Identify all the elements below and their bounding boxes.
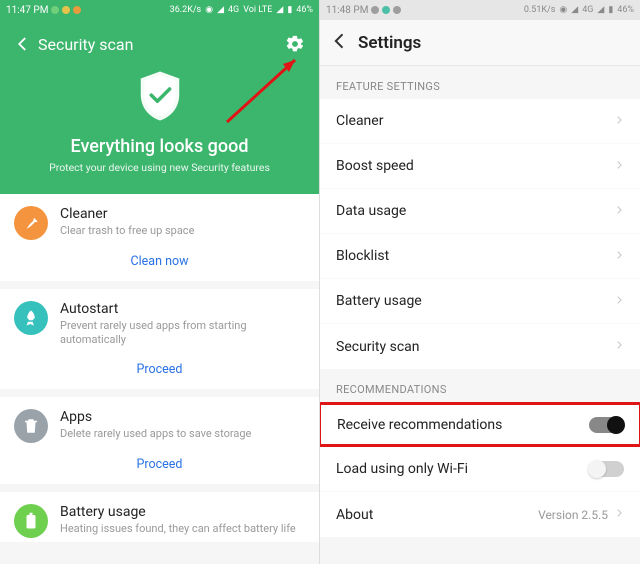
back-icon[interactable] xyxy=(14,35,32,53)
hero-subheading: Protect your device using new Security f… xyxy=(14,161,305,174)
security-scan-screen: 11:47 PM 36.2K/s ◉ ◢ 4G Voi LTE ◢ ▮ 46% … xyxy=(0,0,320,564)
settings-row-security[interactable]: Security scan xyxy=(320,324,640,369)
version-text: Version 2.5.5 xyxy=(538,508,608,522)
battery-icon: ▮ xyxy=(608,5,613,15)
hero-heading: Everything looks good xyxy=(14,136,305,157)
row-label: Data usage xyxy=(336,203,406,219)
row-label: Receive recommendations xyxy=(337,417,502,433)
card-title: Battery usage xyxy=(60,504,305,520)
status-speed: 36.2K/s xyxy=(170,5,202,15)
clean-now-button[interactable]: Clean now xyxy=(0,244,319,281)
cleaner-card: Cleaner Clear trash to free up space Cle… xyxy=(0,194,319,281)
row-label: Cleaner xyxy=(336,113,383,129)
autostart-card: Autostart Prevent rarely used apps from … xyxy=(0,289,319,389)
status-net: 4G xyxy=(582,5,593,15)
battery-icon: ▮ xyxy=(287,5,292,15)
chevron-right-icon xyxy=(614,505,624,524)
settings-row-about[interactable]: About Version 2.5.5 xyxy=(320,492,640,537)
card-subtitle: Heating issues found, they can affect ba… xyxy=(60,522,305,536)
toggle-switch[interactable] xyxy=(590,461,624,477)
status-battery: 46% xyxy=(296,5,313,15)
trash-icon xyxy=(14,409,48,443)
proceed-button[interactable]: Proceed xyxy=(0,352,319,389)
card-title: Autostart xyxy=(60,301,305,317)
status-net: 4G xyxy=(228,5,239,15)
chevron-right-icon xyxy=(614,202,624,221)
status-dot-icon xyxy=(51,6,59,14)
chevron-right-icon xyxy=(614,112,624,131)
broom-icon xyxy=(14,206,48,240)
status-bar: 11:48 PM 0.51K/s ◉ ◢ 4G ◢ ▮ 46% xyxy=(320,0,640,20)
back-icon[interactable] xyxy=(330,31,350,55)
card-subtitle: Delete rarely used apps to save storage xyxy=(60,427,305,441)
wifi-icon: ◉ xyxy=(559,5,567,15)
row-label: Boost speed xyxy=(336,158,414,174)
battery-icon xyxy=(14,504,48,538)
status-dot-icon xyxy=(73,6,81,14)
status-time: 11:48 PM xyxy=(326,5,368,16)
row-label: About xyxy=(336,507,373,523)
rocket-icon xyxy=(14,301,48,335)
signal-icon: ◢ xyxy=(597,5,604,15)
apps-card: Apps Delete rarely used apps to save sto… xyxy=(0,397,319,484)
card-title: Apps xyxy=(60,409,305,425)
page-title: Settings xyxy=(358,33,421,53)
toggle-switch[interactable] xyxy=(589,417,623,433)
feature-settings-list: Cleaner Boost speed Data usage Blocklist… xyxy=(320,99,640,369)
row-label: Load using only Wi-Fi xyxy=(336,461,468,477)
status-dot-icon xyxy=(382,6,390,14)
settings-row-data[interactable]: Data usage xyxy=(320,189,640,234)
card-subtitle: Prevent rarely used apps from starting a… xyxy=(60,319,305,348)
status-time: 11:47 PM xyxy=(6,5,48,16)
gear-icon[interactable] xyxy=(285,34,305,54)
row-label: Security scan xyxy=(336,339,420,355)
section-label-rec: RECOMMENDATIONS xyxy=(320,369,640,402)
status-bar: 11:47 PM 36.2K/s ◉ ◢ 4G Voi LTE ◢ ▮ 46% xyxy=(0,0,319,20)
signal-icon: ◢ xyxy=(276,5,283,15)
feature-card-list: Cleaner Clear trash to free up space Cle… xyxy=(0,194,319,542)
hero-panel: Security scan Everything looks good Prot… xyxy=(0,20,319,194)
section-label-feature: FEATURE SETTINGS xyxy=(320,66,640,99)
status-dot-icon xyxy=(62,6,70,14)
shield-check-icon xyxy=(130,66,190,126)
proceed-button[interactable]: Proceed xyxy=(0,447,319,484)
status-dot-icon xyxy=(393,6,401,14)
signal-icon: ◢ xyxy=(217,5,224,15)
settings-row-battery[interactable]: Battery usage xyxy=(320,279,640,324)
row-label: Blocklist xyxy=(336,248,389,264)
status-dot-icon xyxy=(371,6,379,14)
recommendations-list: Receive recommendations Load using only … xyxy=(320,402,640,537)
settings-row-blocklist[interactable]: Blocklist xyxy=(320,234,640,279)
settings-header: Settings xyxy=(320,20,640,66)
chevron-right-icon xyxy=(614,247,624,266)
settings-row-cleaner[interactable]: Cleaner xyxy=(320,99,640,144)
settings-screen: 11:48 PM 0.51K/s ◉ ◢ 4G ◢ ▮ 46% Settings… xyxy=(320,0,640,564)
page-title: Security scan xyxy=(38,35,285,54)
arrow-annotation-icon xyxy=(217,50,307,130)
status-speed: 0.51K/s xyxy=(524,5,556,15)
signal-icon: ◢ xyxy=(571,5,578,15)
chevron-right-icon xyxy=(614,157,624,176)
wifi-icon: ◉ xyxy=(205,5,213,15)
row-label: Battery usage xyxy=(336,293,422,309)
settings-row-boost[interactable]: Boost speed xyxy=(320,144,640,189)
status-carrier: Voi LTE xyxy=(243,5,272,15)
chevron-right-icon xyxy=(614,337,624,356)
settings-row-receive-rec[interactable]: Receive recommendations xyxy=(320,402,640,447)
card-title: Cleaner xyxy=(60,206,305,222)
chevron-right-icon xyxy=(614,292,624,311)
battery-card: Battery usage Heating issues found, they… xyxy=(0,492,319,542)
status-battery: 46% xyxy=(617,5,634,15)
card-subtitle: Clear trash to free up space xyxy=(60,224,305,238)
settings-row-wifi[interactable]: Load using only Wi-Fi xyxy=(320,447,640,492)
